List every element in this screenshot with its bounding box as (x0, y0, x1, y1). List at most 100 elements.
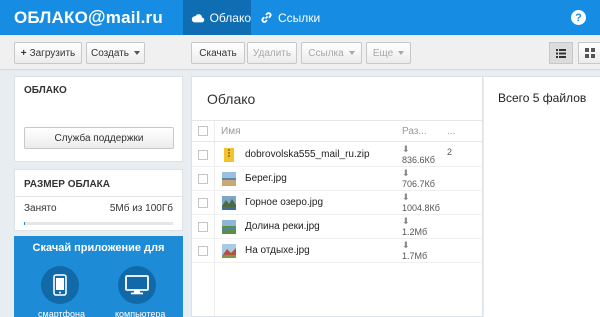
logo-at: @ (88, 7, 106, 27)
info-panel: Всего 5 файлов (484, 76, 600, 317)
upload-button[interactable]: + Загрузить (14, 42, 82, 64)
column-name[interactable]: Имя (221, 126, 240, 137)
promo-phone-label: смартфона (38, 309, 86, 317)
support-button[interactable]: Служба поддержки (24, 127, 174, 149)
more-button[interactable]: Еще (366, 42, 411, 64)
file-row[interactable]: Горное озеро.jpg ⬇ 1004.8Кб (192, 191, 482, 215)
more-label: Еще (372, 47, 394, 59)
used-value: 5Мб из 100Гб (109, 203, 173, 214)
file-size: ⬇ 836.6Кб (402, 144, 435, 166)
plus-icon: + (20, 47, 27, 59)
file-row[interactable]: Долина реки.jpg ⬇ 1.2Мб (192, 215, 482, 239)
delete-button[interactable]: Удалить (247, 42, 297, 64)
row-checkbox[interactable] (198, 221, 208, 232)
file-list: dobrovolska555_mail_ru.zip ⬇ 836.6Кб 2 Бе… (192, 143, 482, 263)
file-size-value: 1.2Мб (402, 227, 428, 237)
storage-panel: РАЗМЕР ОБЛАКА Занято 5Мб из 100Гб (14, 169, 183, 231)
chevron-down-icon (134, 51, 140, 55)
file-name[interactable]: dobrovolska555_mail_ru.zip (245, 149, 370, 160)
used-label: Занято (24, 203, 57, 214)
create-button[interactable]: Создать (86, 42, 145, 64)
file-size-value: 706.7Кб (402, 179, 435, 189)
tab-links[interactable]: Ссылки (260, 0, 320, 35)
total-files-label: Всего 5 файлов (498, 91, 587, 105)
chevron-down-icon (348, 51, 355, 55)
toolbar: + Загрузить Создать Скачать Удалить Ссыл… (0, 35, 600, 70)
page-title: Облако (207, 91, 256, 107)
row-checkbox[interactable] (198, 173, 208, 184)
select-all-checkbox[interactable] (198, 126, 208, 136)
top-bar: ОБЛАКО@mail.ru Облако Ссылки ? (0, 0, 600, 35)
storage-progress-fill (24, 222, 25, 225)
app-promo: Скачай приложение для смартфона компьюте… (14, 236, 183, 317)
download-icon[interactable]: ⬇ (402, 240, 427, 251)
logo-right: mail.ru (105, 8, 163, 27)
file-name[interactable]: На отдыхе.jpg (245, 245, 310, 256)
link-icon (261, 12, 272, 23)
help-button[interactable]: ? (571, 0, 600, 35)
support-label: Служба поддержки (54, 132, 144, 144)
file-name[interactable]: Долина реки.jpg (245, 221, 320, 232)
download-icon[interactable]: ⬇ (402, 216, 427, 227)
file-list-header: Имя Раз... ... (192, 120, 482, 142)
image-thumbnail (222, 171, 236, 186)
row-checkbox[interactable] (198, 149, 208, 160)
cloud-icon (191, 13, 205, 22)
row-checkbox[interactable] (198, 245, 208, 256)
download-icon[interactable]: ⬇ (402, 192, 440, 203)
column-more[interactable]: ... (447, 126, 455, 137)
image-thumbnail (222, 219, 236, 234)
help-icon: ? (571, 10, 586, 25)
delete-label: Удалить (252, 47, 292, 59)
cloud-panel: ОБЛАКО Служба поддержки (14, 76, 183, 162)
tab-links-label: Ссылки (278, 10, 321, 25)
file-row[interactable]: dobrovolska555_mail_ru.zip ⬇ 836.6Кб 2 (192, 143, 482, 167)
logo-left: ОБЛАКО (14, 8, 89, 27)
promo-smartphone[interactable]: смартфона (38, 266, 86, 317)
file-browser: Облако Имя Раз... ... dobrovolska555_mai… (191, 76, 483, 317)
promo-computer-label: компьютера (115, 309, 166, 317)
link-label: Ссылка (308, 47, 344, 59)
download-icon[interactable]: ⬇ (402, 168, 435, 179)
list-view-icon (556, 48, 566, 58)
file-size-value: 1.7Мб (402, 251, 428, 261)
grid-view-button[interactable] (578, 42, 600, 64)
file-size: ⬇ 1004.8Кб (402, 192, 440, 214)
file-size: ⬇ 706.7Кб (402, 168, 435, 190)
promo-title: Скачай приложение для (32, 242, 165, 254)
file-extra: 2 (447, 147, 453, 157)
image-thumbnail (222, 243, 236, 258)
list-view-button[interactable] (549, 42, 573, 64)
file-size-value: 1004.8Кб (402, 203, 440, 213)
link-button[interactable]: Ссылка (301, 42, 362, 64)
zip-file-icon (224, 147, 234, 162)
file-name[interactable]: Горное озеро.jpg (245, 197, 323, 208)
file-row[interactable]: Берег.jpg ⬇ 706.7Кб (192, 167, 482, 191)
file-size: ⬇ 1.2Мб (402, 216, 427, 238)
storage-panel-title: РАЗМЕР ОБЛАКА (24, 179, 111, 190)
tab-cloud[interactable]: Облако (183, 0, 251, 35)
smartphone-icon (53, 274, 67, 296)
chevron-down-icon (398, 51, 405, 55)
row-checkbox[interactable] (198, 197, 208, 208)
storage-progress-bar (24, 222, 173, 225)
file-size: ⬇ 1.7Мб (402, 240, 427, 262)
file-size-value: 836.6Кб (402, 155, 435, 165)
grid-view-icon (585, 48, 595, 58)
image-thumbnail (222, 195, 236, 210)
logo[interactable]: ОБЛАКО@mail.ru (14, 7, 163, 28)
download-label: Скачать (199, 47, 237, 59)
download-icon[interactable]: ⬇ (402, 144, 435, 155)
divider (15, 196, 182, 197)
tab-cloud-label: Облако (209, 10, 251, 25)
monitor-icon (125, 275, 149, 295)
create-label: Создать (90, 47, 129, 59)
column-size[interactable]: Раз... (402, 126, 427, 137)
promo-computer[interactable]: компьютера (115, 266, 166, 317)
upload-label: Загрузить (29, 47, 76, 59)
file-row[interactable]: На отдыхе.jpg ⬇ 1.7Мб (192, 239, 482, 263)
download-button[interactable]: Скачать (191, 42, 245, 64)
storage-usage-row: Занято 5Мб из 100Гб (24, 203, 173, 214)
cloud-panel-title: ОБЛАКО (24, 85, 67, 96)
file-name[interactable]: Берег.jpg (245, 173, 287, 184)
